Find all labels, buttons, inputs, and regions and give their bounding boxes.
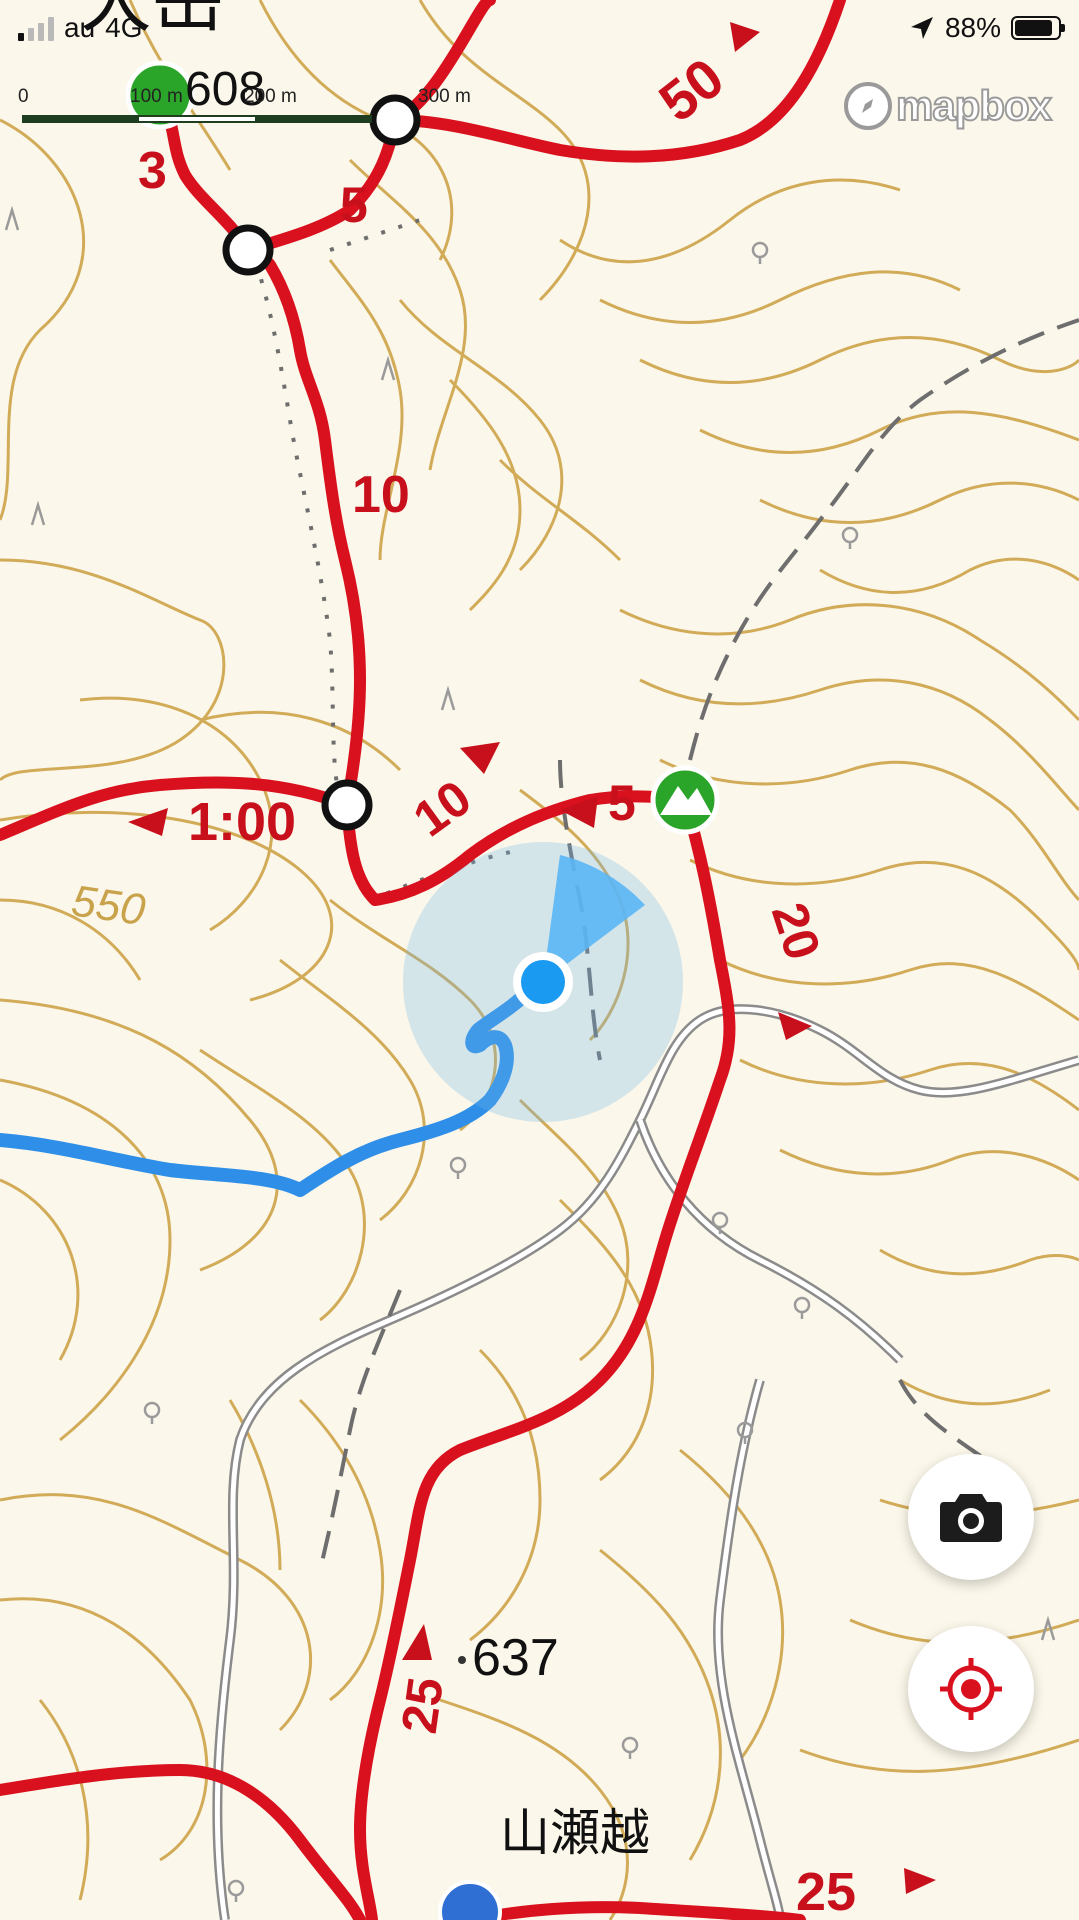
scale-label: 100 m [130, 86, 183, 107]
target-icon [940, 1658, 1002, 1720]
scale-line [22, 115, 373, 123]
scale-bar: 0 100 m 200 m 300 m [18, 86, 471, 126]
place-name-top: 大岳 [80, 0, 224, 42]
spot-elevation-label: 637 [472, 1629, 559, 1687]
trail-time-label: 1:00 [188, 792, 296, 852]
scale-labels: 0 100 m 200 m 300 m [18, 86, 471, 108]
trail-time-label: 25 [796, 1862, 856, 1920]
scale-label: 300 m [418, 86, 471, 107]
trail-time-label: 25 [391, 1674, 454, 1737]
summit-marker[interactable] [650, 765, 720, 835]
mapbox-wordmark: mapbox [895, 81, 1053, 130]
contour-label: 550 [69, 876, 149, 935]
locate-button[interactable] [908, 1626, 1034, 1752]
trail-time-label: 5 [340, 177, 368, 233]
topographic-map[interactable]: 550 大岳 608 637 山瀬越 50 3 5 10 1:00 10 5 2… [0, 0, 1079, 1920]
trail-time-label: 3 [138, 142, 167, 200]
junction-node-middle [321, 779, 373, 831]
junction-node-top [369, 94, 421, 146]
trail-time-label: 5 [608, 775, 636, 831]
junction-node-upper [222, 224, 274, 276]
current-location-core [521, 960, 565, 1004]
scale-label: 0 [18, 86, 29, 107]
scale-label: 200 m [244, 86, 297, 107]
camera-button[interactable] [908, 1454, 1034, 1580]
place-name-pass: 山瀬越 [500, 1804, 650, 1862]
trail-time-label: 10 [352, 466, 410, 524]
camera-icon [940, 1494, 1002, 1542]
mapbox-logo[interactable]: mapbox [843, 81, 1053, 130]
mapbox-mark-icon [843, 82, 892, 130]
spot-height-dot [458, 1656, 466, 1664]
